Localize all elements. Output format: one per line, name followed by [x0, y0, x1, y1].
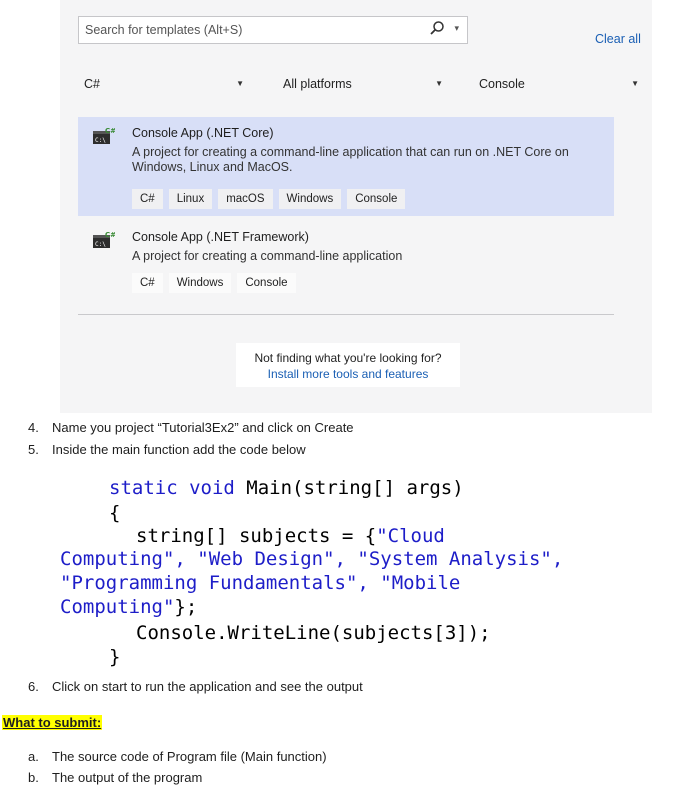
tag: Windows: [278, 189, 342, 209]
step-text: Name you project “Tutorial3Ex2” and clic…: [52, 420, 354, 435]
step-4: 4. Name you project “Tutorial3Ex2” and cl…: [28, 420, 354, 435]
tag: C#: [132, 189, 163, 209]
language-value: C#: [84, 77, 100, 91]
submit-heading: What to submit:: [2, 715, 103, 730]
submit-item-b: b. The output of the program: [28, 770, 202, 785]
template-tags: C# Linux macOS Windows Console: [132, 189, 406, 209]
tag: Windows: [168, 273, 232, 293]
submit-item-a: a. The source code of Program file (Main …: [28, 749, 327, 764]
svg-text:C#: C#: [105, 127, 115, 135]
tag: Console: [237, 273, 296, 293]
code-line: Computing"};: [60, 596, 198, 618]
template-tags: C# Windows Console: [132, 273, 296, 293]
platform-dropdown[interactable]: All platforms ▼: [277, 70, 449, 98]
item-letter: b.: [28, 770, 39, 785]
tag: macOS: [218, 189, 273, 209]
clear-all-link[interactable]: Clear all: [595, 32, 641, 46]
code-line: string[] subjects = {"Cloud: [136, 525, 445, 547]
step-text: Inside the main function add the code be…: [52, 442, 306, 457]
item-letter: a.: [28, 749, 39, 764]
divider: [78, 314, 614, 315]
search-placeholder: Search for templates (Alt+S): [85, 23, 243, 37]
step-text: Click on start to run the application an…: [52, 679, 363, 694]
tag: Linux: [168, 189, 213, 209]
svg-text:C#: C#: [105, 231, 115, 239]
chevron-down-icon: ▼: [236, 79, 244, 88]
template-description: A project for creating a command-line ap…: [132, 145, 569, 174]
step-6: 6. Click on start to run the application …: [28, 679, 363, 694]
not-finding-text: Not finding what you're looking for?: [254, 351, 442, 365]
step-number: 4.: [28, 420, 39, 435]
svg-text:C:\: C:\: [95, 137, 106, 144]
not-finding-box: Not finding what you're looking for? Ins…: [236, 343, 460, 387]
code-line: Console.WriteLine(subjects[3]);: [136, 622, 491, 644]
code-line: }: [109, 646, 121, 668]
install-more-tools-link[interactable]: Install more tools and features: [236, 367, 460, 381]
tag: Console: [347, 189, 406, 209]
chevron-down-icon[interactable]: ▾: [454, 23, 459, 34]
project-type-value: Console: [479, 77, 525, 91]
svg-text:C:\: C:\: [95, 241, 106, 248]
console-app-icon: C:\ C#: [93, 127, 116, 145]
code-line: Computing", "Web Design", "System Analys…: [60, 548, 564, 570]
step-number: 6.: [28, 679, 39, 694]
language-dropdown[interactable]: C# ▼: [78, 70, 250, 98]
platform-value: All platforms: [283, 77, 352, 91]
search-icon: [429, 20, 445, 41]
code-line: "Programming Fundamentals", "Mobile: [60, 572, 461, 594]
template-item-console-framework[interactable]: C:\ C# Console App (.NET Framework) A pro…: [78, 221, 614, 299]
item-text: The source code of Program file (Main fu…: [52, 749, 327, 764]
code-line: static void Main(string[] args): [109, 477, 464, 499]
code-line: {: [109, 502, 121, 524]
project-type-dropdown[interactable]: Console ▼: [473, 70, 645, 98]
chevron-down-icon: ▼: [435, 79, 443, 88]
console-app-icon: C:\ C#: [93, 231, 116, 249]
step-5: 5. Inside the main function add the code …: [28, 442, 306, 457]
chevron-down-icon: ▼: [631, 79, 639, 88]
template-description: A project for creating a command-line ap…: [132, 249, 403, 263]
template-item-console-core[interactable]: C:\ C# Console App (.NET Core) A project …: [78, 117, 614, 216]
step-number: 5.: [28, 442, 39, 457]
template-name: Console App (.NET Framework): [132, 230, 309, 244]
template-search-input[interactable]: Search for templates (Alt+S) ▾: [78, 16, 468, 44]
item-text: The output of the program: [52, 770, 203, 785]
template-name: Console App (.NET Core): [132, 126, 274, 140]
tag: C#: [132, 273, 163, 293]
